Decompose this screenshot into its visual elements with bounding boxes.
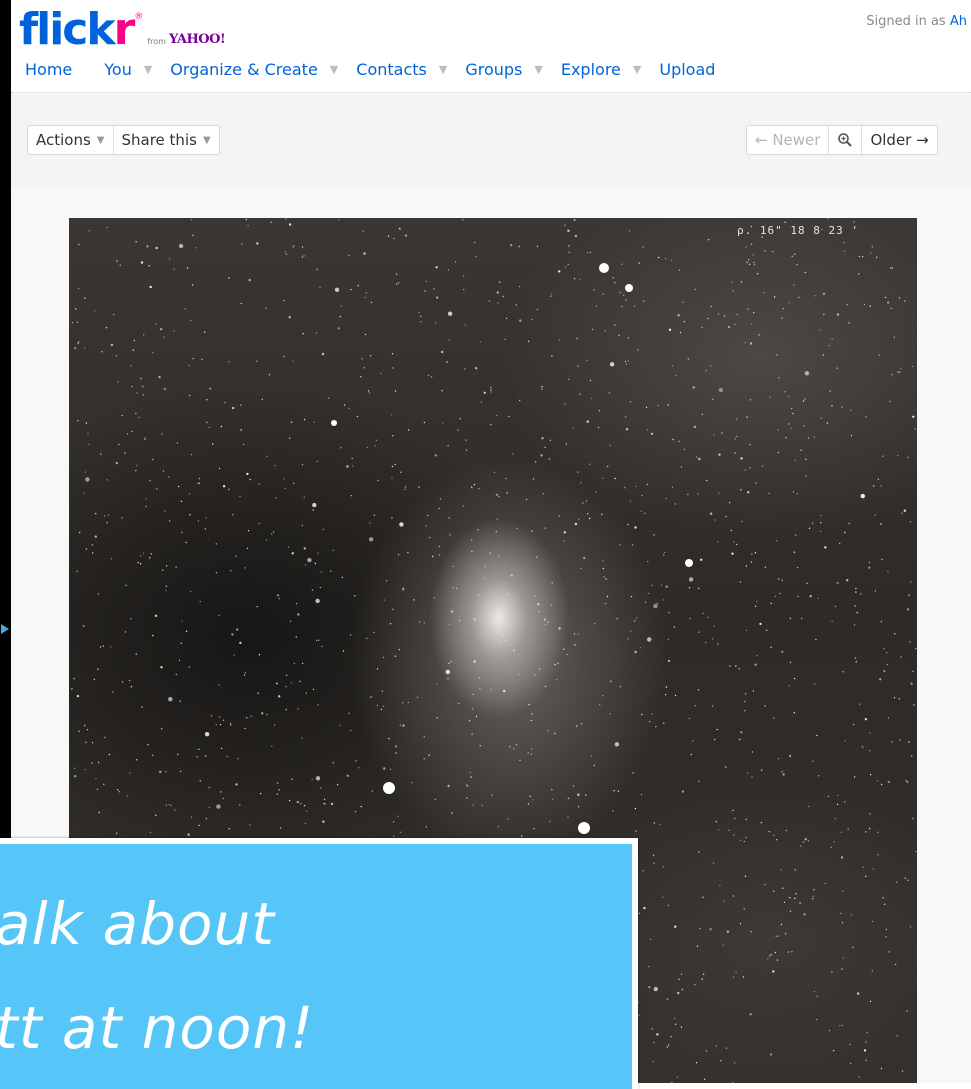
callout-banner: alk about tt at noon! bbox=[0, 838, 638, 1089]
nav-explore[interactable]: Explore bbox=[561, 60, 621, 79]
callout-line-2: tt at noon! bbox=[0, 994, 315, 1062]
nav-upload[interactable]: Upload bbox=[659, 60, 715, 79]
nav-home[interactable]: Home bbox=[25, 60, 72, 79]
flickr-header: flick r ® from YAHOO! Signed in as Ah Hom… bbox=[11, 0, 971, 93]
registered-icon: ® bbox=[134, 12, 144, 22]
photo-pager-group: ← Newer Older → bbox=[746, 125, 938, 155]
signed-in-prefix: Signed in as bbox=[866, 14, 946, 29]
chevron-down-icon[interactable]: ▼ bbox=[534, 63, 542, 76]
chevron-down-icon[interactable]: ▼ bbox=[144, 63, 152, 76]
nav-contacts[interactable]: Contacts bbox=[356, 60, 427, 79]
left-pointer-arrow-icon bbox=[1, 624, 9, 634]
yahoo-logo: YAHOO! bbox=[168, 32, 226, 47]
older-button[interactable]: Older → bbox=[862, 126, 936, 154]
share-label: Share this bbox=[121, 131, 197, 149]
photo-actions-group: Actions ▼ Share this ▼ bbox=[27, 125, 220, 155]
logo-r: r bbox=[113, 4, 136, 55]
actions-button[interactable]: Actions ▼ bbox=[28, 126, 113, 154]
flickr-logo[interactable]: flick r ® from YAHOO! bbox=[19, 2, 226, 55]
chevron-down-icon[interactable]: ▼ bbox=[633, 63, 641, 76]
chevron-down-icon: ▼ bbox=[96, 134, 105, 146]
nav-you[interactable]: You bbox=[104, 60, 132, 79]
main-nav: Home You ▼ Organize & Create ▼ Contacts … bbox=[25, 60, 715, 79]
signed-in-status: Signed in as Ah bbox=[866, 14, 967, 29]
chevron-down-icon: ▼ bbox=[202, 134, 211, 146]
logo-from: from bbox=[147, 37, 166, 46]
chevron-down-icon[interactable]: ▼ bbox=[439, 63, 447, 76]
actions-label: Actions bbox=[36, 131, 91, 149]
zoom-icon[interactable] bbox=[829, 126, 861, 154]
chevron-down-icon[interactable]: ▼ bbox=[330, 63, 338, 76]
share-this-button[interactable]: Share this ▼ bbox=[114, 126, 219, 154]
logo-flick: flick bbox=[19, 4, 116, 55]
newer-button[interactable]: ← Newer bbox=[747, 126, 828, 154]
callout-line-1: alk about bbox=[0, 890, 276, 958]
nav-groups[interactable]: Groups bbox=[465, 60, 522, 79]
plate-label: ρ. 16" 18 8 23 ' bbox=[737, 224, 859, 237]
nav-organize-create[interactable]: Organize & Create bbox=[170, 60, 318, 79]
signed-in-user-link[interactable]: Ah bbox=[950, 14, 967, 29]
